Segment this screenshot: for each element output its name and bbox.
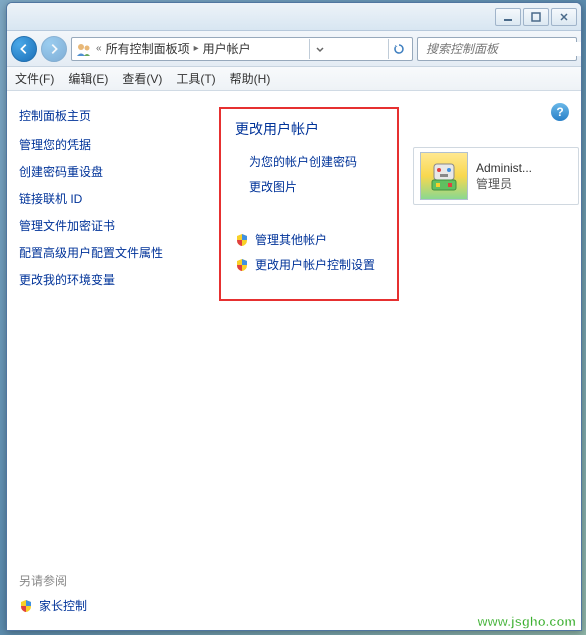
user-role: 管理员 — [476, 175, 532, 192]
close-button[interactable] — [551, 8, 577, 26]
parental-controls-link[interactable]: 家长控制 — [19, 597, 87, 614]
search-box[interactable] — [417, 37, 577, 61]
content-area: 控制面板主页 管理您的凭据 创建密码重设盘 链接联机 ID 管理文件加密证书 配… — [7, 91, 581, 630]
sidebar-link-certificates[interactable]: 管理文件加密证书 — [19, 217, 195, 234]
user-name: Administ... — [476, 161, 532, 175]
menu-file[interactable]: 文件(F) — [15, 70, 54, 87]
address-bar[interactable]: « 所有控制面板项 ▸ 用户帐户 — [71, 37, 413, 61]
navbar: « 所有控制面板项 ▸ 用户帐户 — [7, 31, 581, 67]
user-tile[interactable]: Administ... 管理员 — [413, 147, 579, 205]
sidebar-title[interactable]: 控制面板主页 — [19, 107, 195, 124]
nav-forward-button[interactable] — [41, 36, 67, 62]
sidebar-link-reset-disk[interactable]: 创建密码重设盘 — [19, 163, 195, 180]
help-icon[interactable]: ? — [551, 103, 569, 121]
breadcrumb-seg-1[interactable]: 所有控制面板项 — [106, 40, 190, 57]
parental-controls-label: 家长控制 — [39, 597, 87, 614]
menu-help[interactable]: 帮助(H) — [230, 70, 271, 87]
change-picture-link[interactable]: 更改图片 — [249, 178, 383, 195]
sidebar-link-credentials[interactable]: 管理您的凭据 — [19, 136, 195, 153]
change-uac-link[interactable]: 更改用户帐户控制设置 — [235, 256, 383, 273]
see-also-label: 另请参阅 — [19, 572, 87, 589]
main-title: 更改用户帐户 — [235, 119, 383, 139]
shield-icon — [19, 599, 33, 613]
titlebar — [7, 3, 581, 31]
breadcrumb-prefix: « — [96, 43, 102, 54]
manage-other-accounts-label: 管理其他帐户 — [255, 231, 327, 248]
refresh-button[interactable] — [388, 39, 408, 59]
change-uac-label: 更改用户帐户控制设置 — [255, 256, 375, 273]
manage-other-accounts-link[interactable]: 管理其他帐户 — [235, 231, 383, 248]
sidebar-footer: 另请参阅 家长控制 — [19, 572, 87, 614]
nav-back-button[interactable] — [11, 36, 37, 62]
sidebar-link-env-vars[interactable]: 更改我的环境变量 — [19, 271, 195, 288]
shield-icon — [235, 233, 249, 247]
user-accounts-icon — [76, 41, 92, 57]
sidebar-link-profile[interactable]: 配置高级用户配置文件属性 — [19, 244, 195, 261]
shield-icon — [235, 258, 249, 272]
menu-edit[interactable]: 编辑(E) — [68, 70, 108, 87]
sidebar: 控制面板主页 管理您的凭据 创建密码重设盘 链接联机 ID 管理文件加密证书 配… — [7, 91, 207, 630]
menubar: 文件(F) 编辑(E) 查看(V) 工具(T) 帮助(H) — [7, 67, 581, 91]
address-dropdown-button[interactable] — [309, 39, 329, 59]
watermark-text: 技术员联盟 — [431, 578, 576, 618]
highlighted-region: 更改用户帐户 为您的帐户创建密码 更改图片 管理其他帐户 更改用户帐户控制设置 — [219, 107, 399, 301]
watermark: 技术员联盟 www.jsgho.com — [431, 578, 576, 629]
user-avatar — [420, 152, 468, 200]
minimize-button[interactable] — [495, 8, 521, 26]
control-panel-window: « 所有控制面板项 ▸ 用户帐户 文件(F) 编辑(E) 查看(V) 工具(T)… — [6, 2, 582, 631]
maximize-button[interactable] — [523, 8, 549, 26]
main-panel: ? 更改用户帐户 为您的帐户创建密码 更改图片 管理其他帐户 更改用户帐户控制设… — [207, 91, 581, 630]
menu-tools[interactable]: 工具(T) — [176, 70, 215, 87]
search-input[interactable] — [426, 42, 582, 56]
breadcrumb-chevron-icon: ▸ — [194, 43, 199, 54]
sidebar-link-online-id[interactable]: 链接联机 ID — [19, 190, 195, 207]
menu-view[interactable]: 查看(V) — [122, 70, 162, 87]
breadcrumb-seg-2[interactable]: 用户帐户 — [203, 40, 251, 57]
user-info: Administ... 管理员 — [476, 161, 532, 192]
create-password-link[interactable]: 为您的帐户创建密码 — [249, 153, 383, 170]
